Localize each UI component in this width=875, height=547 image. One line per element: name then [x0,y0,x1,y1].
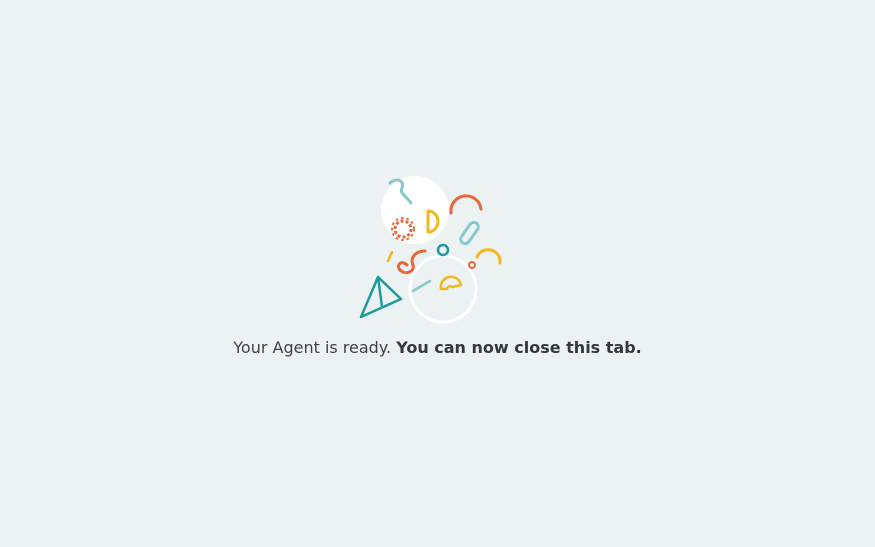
ready-message: Your Agent is ready. You can now close t… [0,337,875,359]
confetti-celebration-icon [359,176,502,324]
ready-message-emphasis: You can now close this tab. [396,338,642,357]
ready-message-prefix: Your Agent is ready. [233,338,392,357]
agent-ready-page: Your Agent is ready. You can now close t… [0,0,875,547]
